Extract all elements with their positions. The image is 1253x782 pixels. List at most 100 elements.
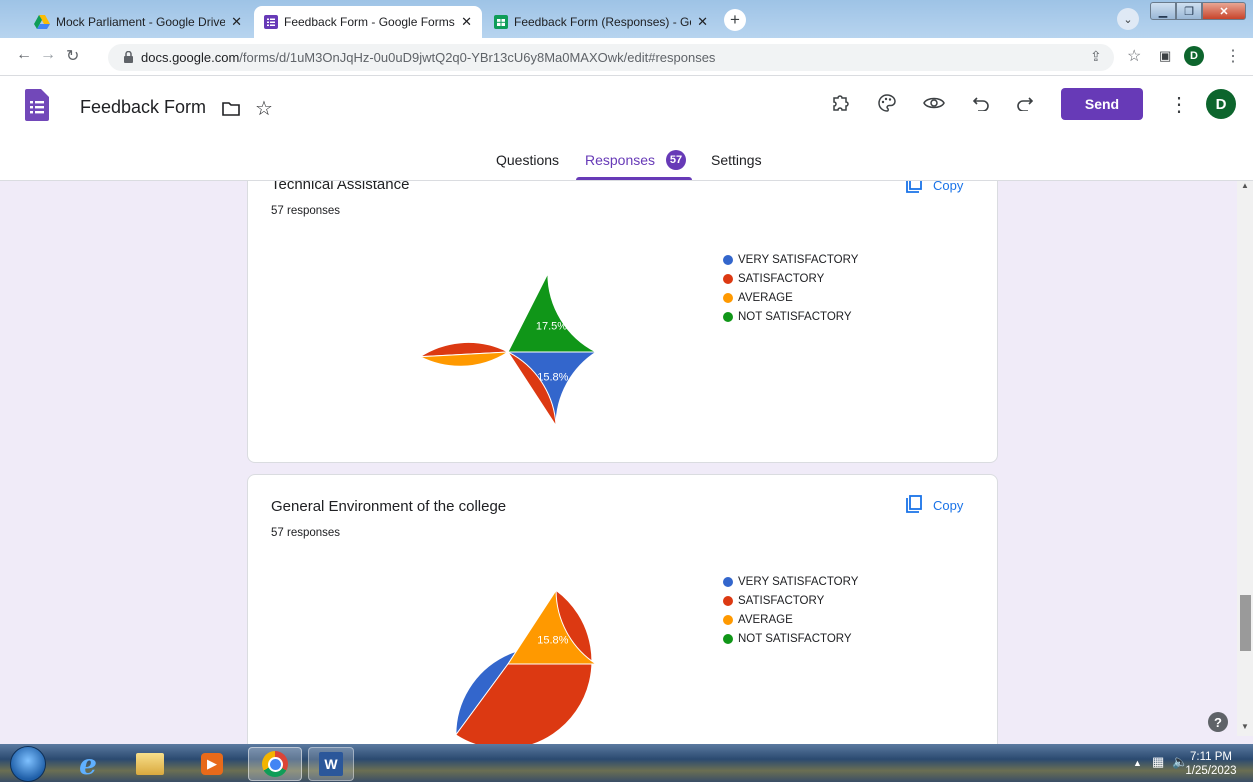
internet-explorer-icon[interactable]: e xyxy=(66,747,110,781)
show-hidden-icons-arrow-icon[interactable]: ▲ xyxy=(1133,758,1142,768)
add-ons-puzzle-icon[interactable] xyxy=(831,93,851,113)
page-scrollbar[interactable] xyxy=(1237,181,1253,736)
chart-legend: VERY SATISFACTORY SATISFACTORY AVERAGE NOT … xyxy=(723,572,858,648)
google-forms-logo-icon[interactable] xyxy=(25,89,49,121)
bookmark-star-icon[interactable]: ☆ xyxy=(1127,46,1141,66)
legend-item: AVERAGE xyxy=(723,288,858,307)
media-player-icon[interactable]: ▶ xyxy=(190,747,234,781)
pie-slice-label: 49.1% xyxy=(450,630,481,642)
legend-item: SATISFACTORY xyxy=(723,591,858,610)
tab-responses[interactable]: Responses xyxy=(585,152,655,168)
tab-settings[interactable]: Settings xyxy=(711,152,762,168)
pie-chart: 35.1%49.1%15.8% xyxy=(450,588,598,744)
url-text[interactable]: docs.google.com/forms/d/1uM3OnJqHz-0u0uD… xyxy=(141,50,715,65)
copy-chart-button[interactable]: Copy xyxy=(904,495,963,515)
maximize-button[interactable]: ❐ xyxy=(1176,2,1202,20)
legend-item: AVERAGE xyxy=(723,610,858,629)
question-title: General Environment of the college xyxy=(271,498,507,515)
url-host: docs.google.com xyxy=(141,50,240,65)
legend-color-dot xyxy=(723,273,733,284)
tab-search-icon[interactable]: ⌄ xyxy=(1117,8,1139,30)
copy-chart-button[interactable]: Copy xyxy=(904,181,963,195)
tab-google-forms[interactable]: Feedback Form - Google Forms ✕ xyxy=(254,6,482,38)
pie-slice[interactable] xyxy=(507,273,597,353)
google-forms-icon xyxy=(264,15,278,29)
forward-arrow-icon[interactable]: → xyxy=(40,46,56,64)
close-tab-icon[interactable]: ✕ xyxy=(231,14,242,30)
close-tab-icon[interactable]: ✕ xyxy=(461,14,472,30)
tab-title: Feedback Form - Google Forms xyxy=(284,15,455,29)
close-window-button[interactable]: ✕ xyxy=(1202,2,1246,20)
tab-responses-label: Responses xyxy=(585,152,656,168)
minimize-button[interactable]: ▁ xyxy=(1150,2,1176,20)
windows-taskbar xyxy=(0,744,1253,782)
tab-questions[interactable]: Questions xyxy=(496,152,559,168)
undo-icon[interactable] xyxy=(972,95,990,111)
reload-icon[interactable]: ↻ xyxy=(66,46,79,66)
back-arrow-icon[interactable]: ← xyxy=(16,46,32,64)
legend-color-dot xyxy=(723,576,733,587)
legend-color-dot xyxy=(723,614,733,625)
tab-title: Mock Parliament - Google Drive xyxy=(56,15,226,29)
legend-item: NOT SATISFACTORY xyxy=(723,307,858,326)
pie-slice-label: 33.3% xyxy=(469,393,500,405)
url-path: /forms/d/1uM3OnJqHz-0u0uD9jwtQ2q0-YBr13c… xyxy=(239,50,716,65)
redo-icon[interactable] xyxy=(1016,95,1034,111)
send-button[interactable]: Send xyxy=(1061,88,1143,120)
browser-menu-icon[interactable]: ⋮ xyxy=(1225,46,1241,66)
response-count: 57 responses xyxy=(271,205,341,217)
legend-label: SATISFACTORY xyxy=(738,594,825,607)
close-tab-icon[interactable]: ✕ xyxy=(697,14,708,30)
pie-slice-label: 17.5% xyxy=(536,320,567,332)
responses-content: Technical Assistance 57 responses Copy 1… xyxy=(0,181,1237,744)
scroll-up-arrow-icon[interactable]: ▲ xyxy=(1241,181,1249,190)
preview-eye-icon[interactable] xyxy=(923,95,945,111)
pie-slice[interactable] xyxy=(455,589,593,744)
copy-icon xyxy=(906,495,922,513)
legend-color-dot xyxy=(723,254,733,265)
system-clock[interactable]: 7:11 PM 1/25/2023 xyxy=(1183,750,1239,778)
network-icon[interactable]: ▦ xyxy=(1152,754,1164,770)
pie-slice-label: 33.3% xyxy=(465,304,496,316)
share-icon[interactable]: ⇪ xyxy=(1090,48,1102,65)
legend-label: AVERAGE xyxy=(738,613,793,626)
form-title[interactable]: Feedback Form xyxy=(80,97,206,118)
lock-icon xyxy=(124,51,133,63)
star-icon[interactable]: ☆ xyxy=(255,96,273,121)
customize-theme-palette-icon[interactable] xyxy=(877,93,897,113)
question-title: Technical Assistance xyxy=(271,181,410,193)
legend-label: VERY SATISFACTORY xyxy=(738,575,859,588)
legend-item: SATISFACTORY xyxy=(723,269,858,288)
legend-label: VERY SATISFACTORY xyxy=(738,253,859,266)
file-explorer-icon[interactable] xyxy=(128,747,172,781)
legend-item: VERY SATISFACTORY xyxy=(723,250,858,269)
clock-time: 7:11 PM xyxy=(1190,751,1232,763)
google-sheets-icon xyxy=(494,15,508,29)
scroll-down-arrow-icon[interactable]: ▼ xyxy=(1241,722,1249,731)
pie-slice-label: 15.8% xyxy=(537,371,568,383)
legend-label: NOT SATISFACTORY xyxy=(738,632,852,645)
clock-date: 1/25/2023 xyxy=(1185,765,1237,777)
copy-label: Copy xyxy=(933,181,964,193)
tab-google-sheets[interactable]: Feedback Form (Responses) - Go ✕ xyxy=(484,6,718,38)
word-icon[interactable]: W xyxy=(308,747,354,781)
tab-title: Feedback Form (Responses) - Go xyxy=(514,15,692,29)
start-orb-icon[interactable] xyxy=(10,746,46,782)
active-tab-indicator xyxy=(576,177,692,180)
legend-item: VERY SATISFACTORY xyxy=(723,572,858,591)
legend-label: AVERAGE xyxy=(738,291,793,304)
summary-card-general-environment: General Environment of the college 57 re… xyxy=(247,474,998,744)
help-icon[interactable]: ? xyxy=(1208,712,1228,732)
legend-color-dot xyxy=(723,633,733,644)
tab-google-drive[interactable]: Mock Parliament - Google Drive ✕ xyxy=(24,6,252,38)
profile-avatar[interactable]: D xyxy=(1184,46,1204,66)
more-options-icon[interactable]: ⋮ xyxy=(1169,92,1189,117)
legend-label: SATISFACTORY xyxy=(738,272,825,285)
move-to-folder-icon[interactable] xyxy=(222,102,240,116)
side-panel-icon[interactable]: ▣ xyxy=(1159,48,1171,64)
account-avatar[interactable]: D xyxy=(1206,89,1236,119)
copy-icon xyxy=(906,181,922,193)
scrollbar-thumb[interactable] xyxy=(1240,595,1251,651)
chrome-icon[interactable] xyxy=(248,747,302,781)
new-tab-button[interactable]: + xyxy=(724,9,746,31)
